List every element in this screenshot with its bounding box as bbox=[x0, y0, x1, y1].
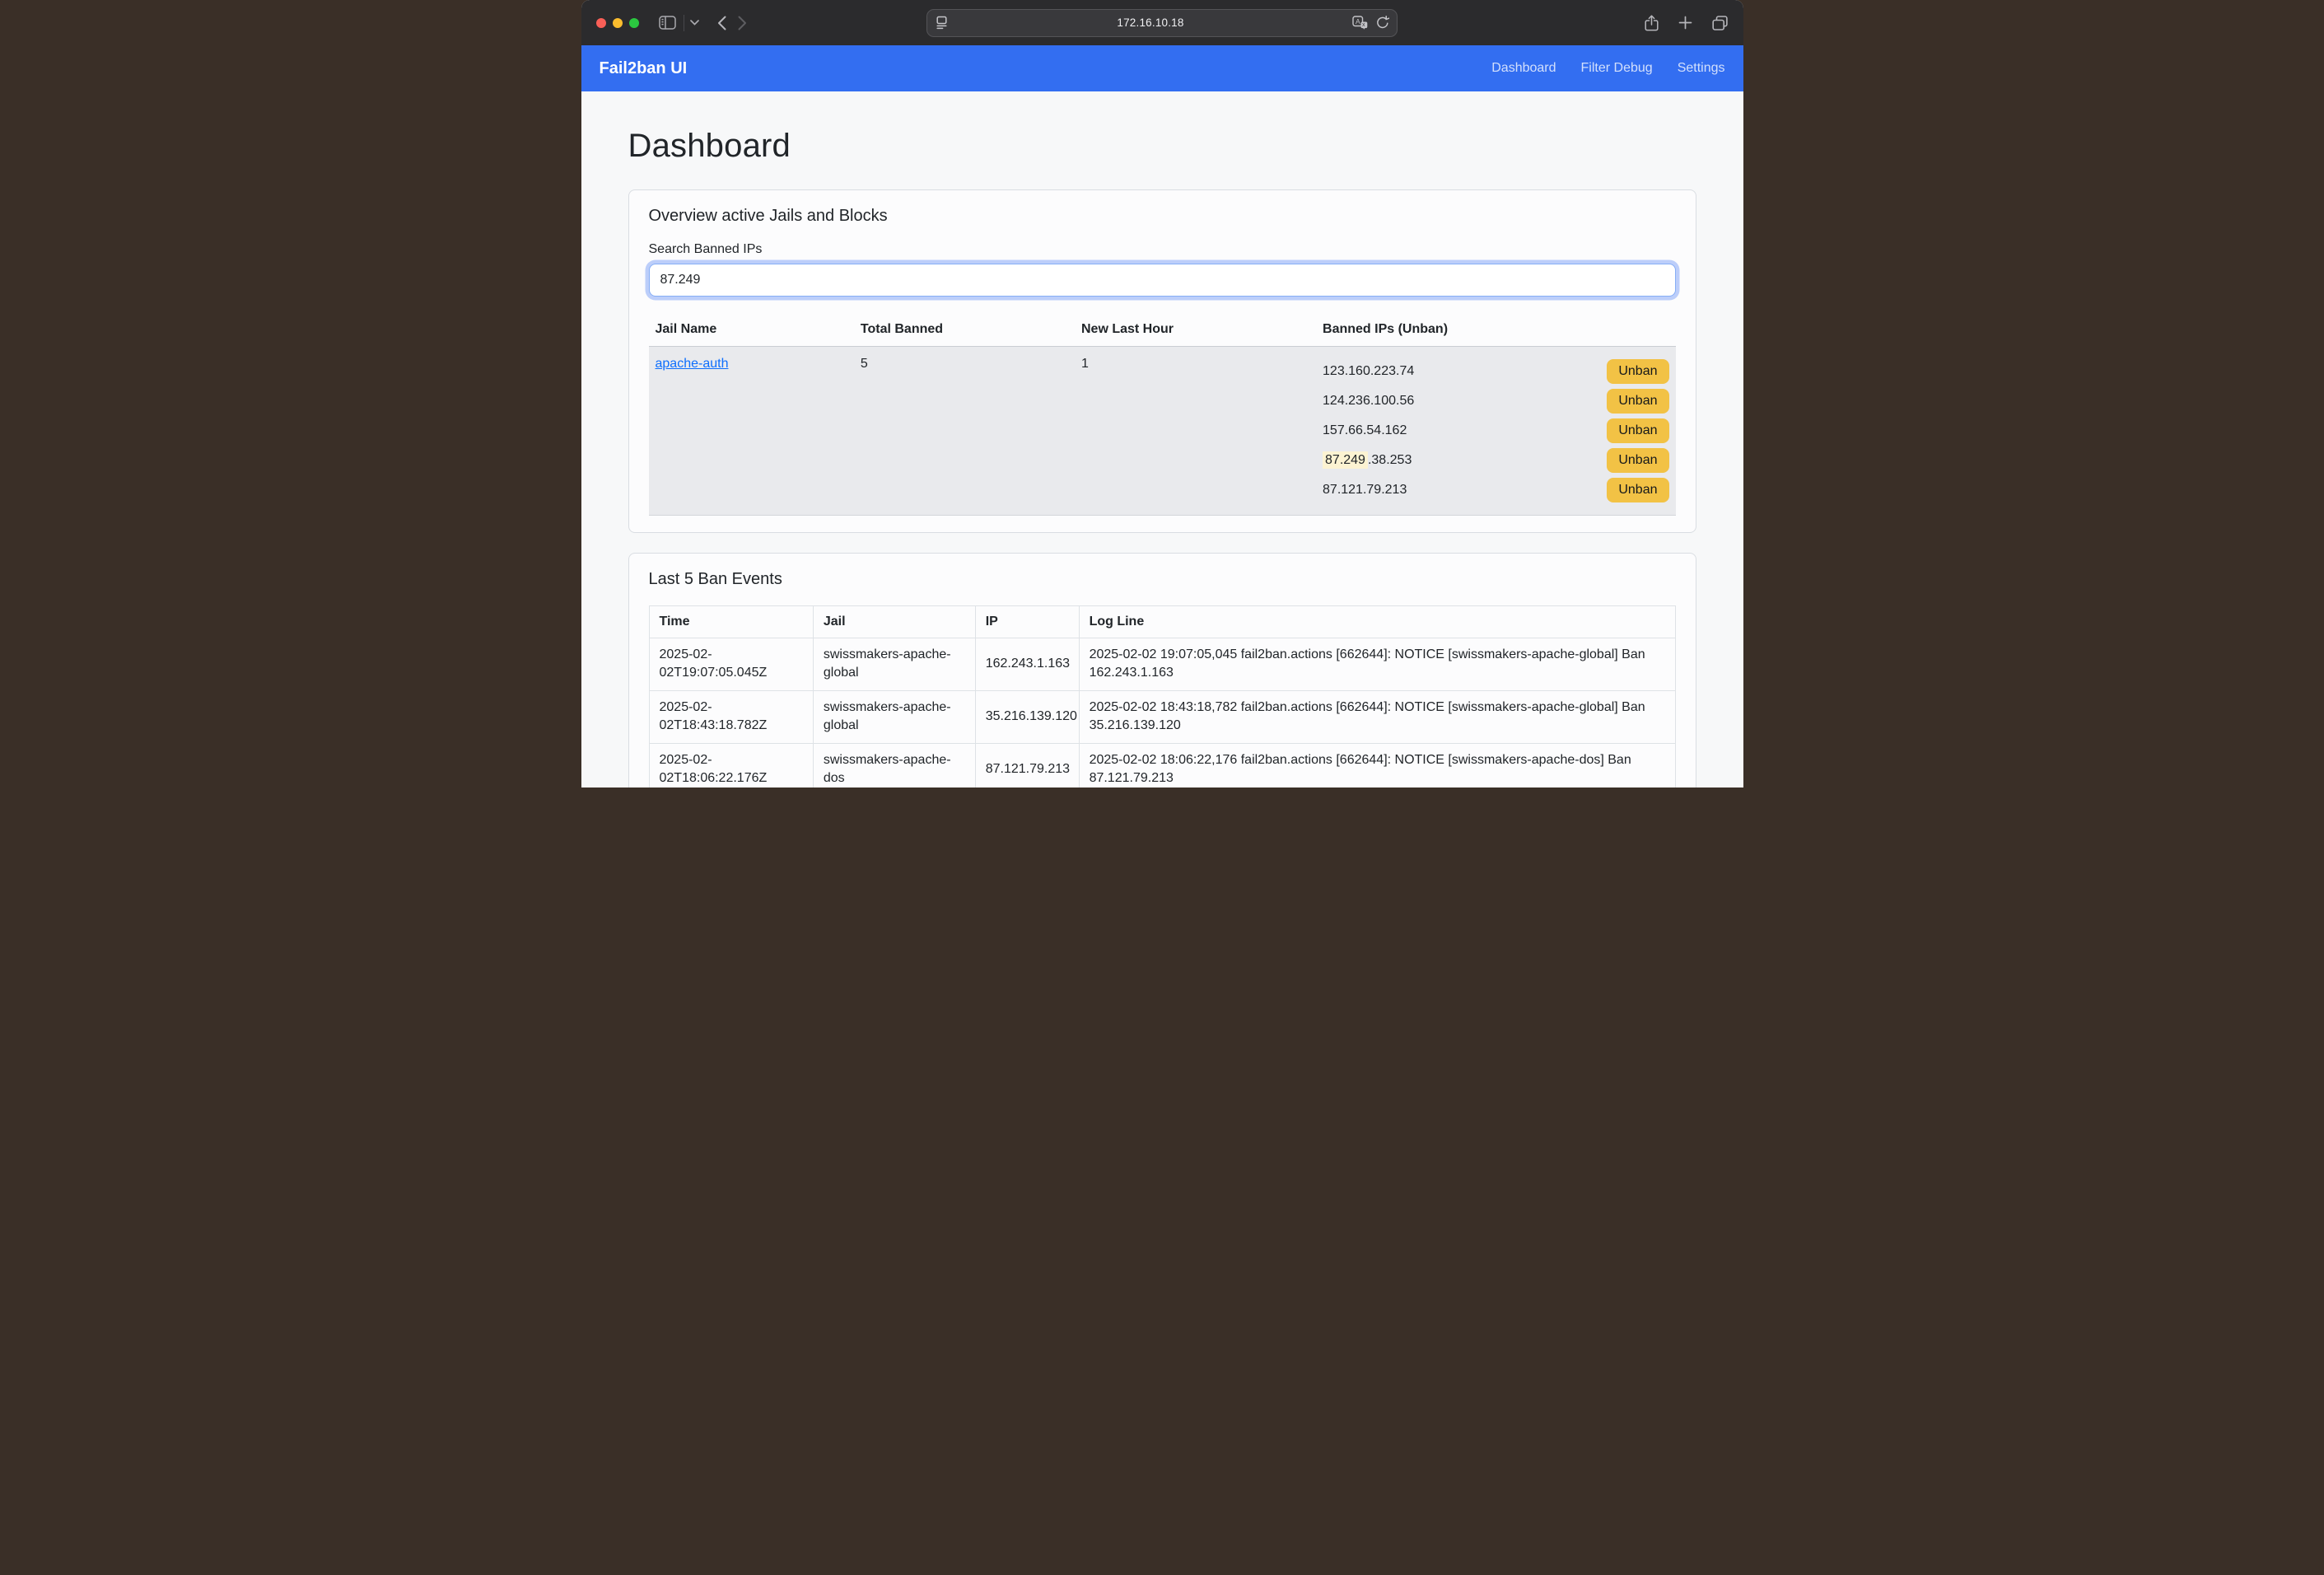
url-text: 172.16.10.18 bbox=[949, 16, 1352, 29]
event-time: 2025-02-02T18:43:18.782Z bbox=[649, 690, 813, 743]
nav-links: Dashboard Filter Debug Settings bbox=[1491, 61, 1724, 76]
jails-header-banned-ips: Banned IPs (Unban) bbox=[1316, 313, 1675, 347]
unban-button[interactable]: Unban bbox=[1607, 478, 1668, 502]
jail-row: apache-auth 5 1 123.160.223.74 Unban 124… bbox=[649, 347, 1676, 516]
jails-table: Jail Name Total Banned New Last Hour Ban… bbox=[649, 313, 1676, 516]
banned-ip-row: 157.66.54.162 Unban bbox=[1323, 416, 1668, 446]
sidebar-toggle-icon bbox=[659, 16, 676, 30]
ban-events-card-title: Last 5 Ban Events bbox=[649, 570, 1676, 589]
zoom-window-button[interactable] bbox=[629, 18, 639, 28]
browser-window: 172.16.10.18 A x bbox=[581, 0, 1743, 788]
events-header-jail: Jail bbox=[813, 606, 975, 638]
event-ip: 162.243.1.163 bbox=[975, 638, 1079, 691]
forward-icon bbox=[738, 16, 747, 30]
nav-link-dashboard[interactable]: Dashboard bbox=[1491, 61, 1556, 76]
new-tab-icon bbox=[1678, 16, 1692, 30]
banned-ip-row: 124.236.100.56 Unban bbox=[1323, 386, 1668, 416]
event-jail: swissmakers-apache-dos bbox=[813, 743, 975, 788]
back-icon bbox=[717, 16, 726, 30]
share-button[interactable] bbox=[1645, 15, 1659, 31]
new-tab-button[interactable] bbox=[1678, 16, 1692, 30]
highlight-mark: 87.249 bbox=[1323, 451, 1368, 469]
app-navbar: Fail2ban UI Dashboard Filter Debug Setti… bbox=[581, 45, 1743, 91]
search-input[interactable] bbox=[649, 264, 1676, 297]
overview-card: Overview active Jails and Blocks Search … bbox=[628, 189, 1696, 533]
event-ip: 35.216.139.120 bbox=[975, 690, 1079, 743]
jails-header-new-last-hour: New Last Hour bbox=[1075, 313, 1316, 347]
overview-card-title: Overview active Jails and Blocks bbox=[649, 207, 1676, 226]
jail-name-cell: apache-auth bbox=[649, 347, 854, 516]
close-window-button[interactable] bbox=[596, 18, 606, 28]
unban-button[interactable]: Unban bbox=[1607, 359, 1668, 384]
banned-ip: 123.160.223.74 bbox=[1323, 364, 1414, 379]
svg-text:x: x bbox=[1362, 22, 1365, 28]
banned-ips-cell: 123.160.223.74 Unban 124.236.100.56 Unba… bbox=[1316, 347, 1675, 516]
banned-ip-row: 87.249.38.253 Unban bbox=[1323, 446, 1668, 475]
unban-button[interactable]: Unban bbox=[1607, 389, 1668, 414]
event-time: 2025-02-02T19:07:05.045Z bbox=[649, 638, 813, 691]
brand-link[interactable]: Fail2ban UI bbox=[600, 59, 688, 78]
banned-ip-row: 123.160.223.74 Unban bbox=[1323, 357, 1668, 386]
forward-button[interactable] bbox=[738, 16, 747, 30]
banned-ip: 87.121.79.213 bbox=[1323, 483, 1407, 498]
sidebar-menu-button[interactable] bbox=[690, 20, 699, 26]
share-icon bbox=[1645, 15, 1659, 31]
banned-ip: 124.236.100.56 bbox=[1323, 394, 1414, 409]
browser-chrome: 172.16.10.18 A x bbox=[581, 0, 1743, 45]
unban-button[interactable]: Unban bbox=[1607, 418, 1668, 443]
event-row: 2025-02-02T19:07:05.045Z swissmakers-apa… bbox=[649, 638, 1675, 691]
back-button[interactable] bbox=[717, 16, 726, 30]
reload-icon[interactable] bbox=[1376, 16, 1389, 30]
chevron-down-icon bbox=[690, 20, 699, 26]
banned-ip-row: 87.121.79.213 Unban bbox=[1323, 475, 1668, 505]
events-header-log-line: Log Line bbox=[1079, 606, 1675, 638]
svg-text:A: A bbox=[1356, 17, 1360, 26]
event-log-line: 2025-02-02 18:06:22,176 fail2ban.actions… bbox=[1079, 743, 1675, 788]
jails-header-total-banned: Total Banned bbox=[854, 313, 1075, 347]
reader-icon[interactable] bbox=[935, 16, 949, 30]
ban-events-card: Last 5 Ban Events Time Jail IP Log Line … bbox=[628, 553, 1696, 788]
tab-overview-icon bbox=[1712, 16, 1729, 30]
new-last-hour-cell: 1 bbox=[1075, 347, 1316, 516]
minimize-window-button[interactable] bbox=[613, 18, 623, 28]
event-row: 2025-02-02T18:43:18.782Z swissmakers-apa… bbox=[649, 690, 1675, 743]
events-header-ip: IP bbox=[975, 606, 1079, 638]
event-row: 2025-02-02T18:06:22.176Z swissmakers-apa… bbox=[649, 743, 1675, 788]
page-title: Dashboard bbox=[628, 128, 1696, 165]
event-log-line: 2025-02-02 19:07:05,045 fail2ban.actions… bbox=[1079, 638, 1675, 691]
unban-button[interactable]: Unban bbox=[1607, 448, 1668, 473]
sidebar-toggle-button[interactable] bbox=[659, 16, 676, 30]
events-header-time: Time bbox=[649, 606, 813, 638]
address-bar[interactable]: 172.16.10.18 A x bbox=[926, 9, 1398, 37]
event-log-line: 2025-02-02 18:43:18,782 fail2ban.actions… bbox=[1079, 690, 1675, 743]
banned-ip: 157.66.54.162 bbox=[1323, 423, 1407, 438]
event-jail: swissmakers-apache-global bbox=[813, 638, 975, 691]
event-ip: 87.121.79.213 bbox=[975, 743, 1079, 788]
jails-header-jail-name: Jail Name bbox=[649, 313, 854, 347]
nav-link-filter-debug[interactable]: Filter Debug bbox=[1581, 61, 1653, 76]
total-banned-cell: 5 bbox=[854, 347, 1075, 516]
translate-icon[interactable]: A x bbox=[1352, 16, 1368, 30]
event-jail: swissmakers-apache-global bbox=[813, 690, 975, 743]
nav-link-settings[interactable]: Settings bbox=[1678, 61, 1725, 76]
banned-ip: 87.249.38.253 bbox=[1323, 453, 1412, 468]
page-content: Dashboard Overview active Jails and Bloc… bbox=[581, 91, 1743, 788]
ban-events-table: Time Jail IP Log Line 2025-02-02T19:07:0… bbox=[649, 605, 1676, 788]
search-label: Search Banned IPs bbox=[649, 242, 1676, 257]
tab-overview-button[interactable] bbox=[1712, 16, 1729, 30]
jail-link[interactable]: apache-auth bbox=[656, 357, 729, 371]
traffic-lights bbox=[596, 18, 639, 28]
event-time: 2025-02-02T18:06:22.176Z bbox=[649, 743, 813, 788]
